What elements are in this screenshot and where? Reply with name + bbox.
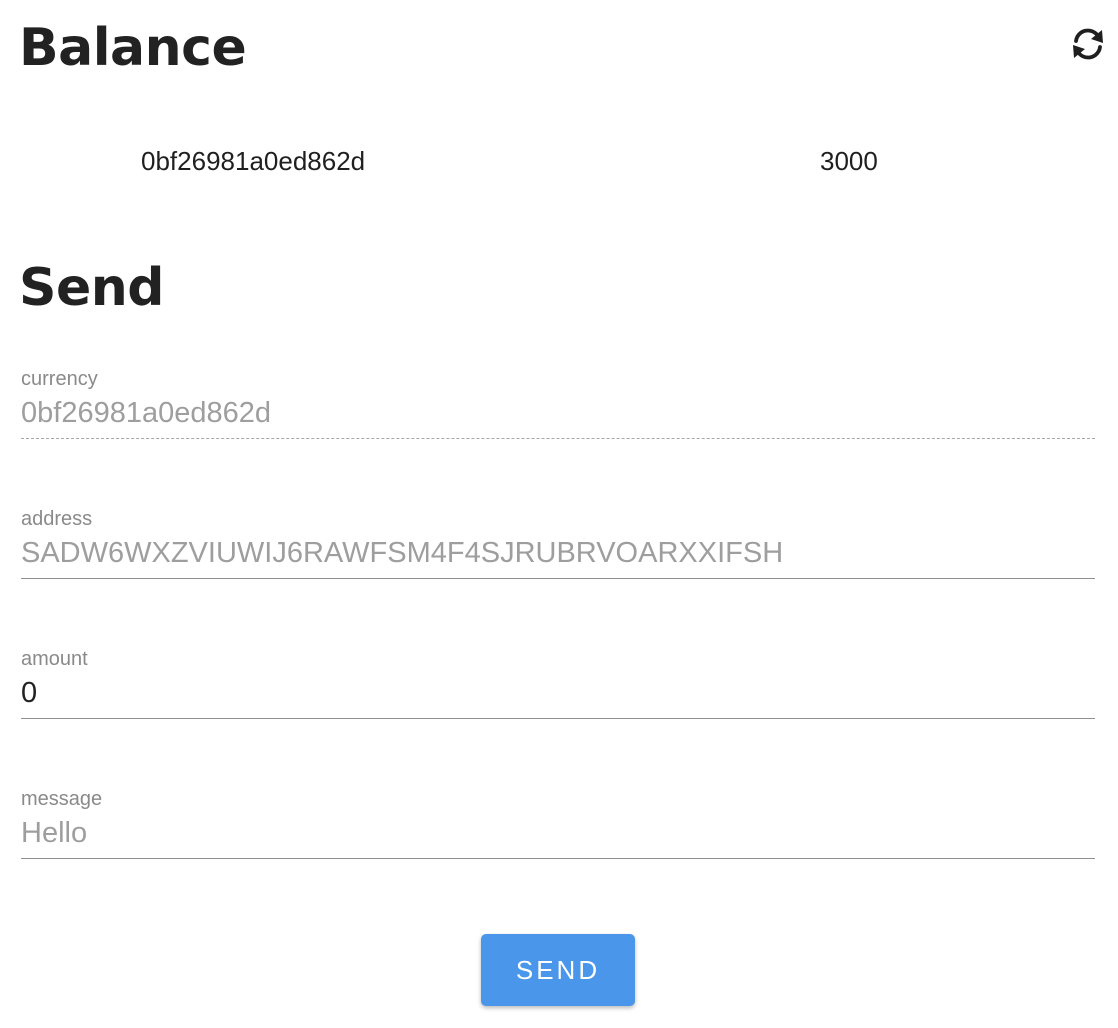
message-field: message	[21, 787, 1095, 867]
currency-label: currency	[21, 368, 98, 390]
message-input[interactable]	[21, 811, 1095, 855]
balance-currency-id: 0bf26981a0ed862d	[141, 146, 366, 176]
amount-underline	[21, 718, 1095, 719]
balance-heading: Balance	[19, 18, 247, 78]
amount-input[interactable]	[21, 671, 1095, 715]
address-underline	[21, 578, 1095, 579]
message-underline	[21, 858, 1095, 859]
address-input[interactable]	[21, 531, 1095, 575]
amount-label: amount	[21, 648, 88, 670]
wallet-page: Balance 0bf26981a0ed862d 3000 Send curre…	[0, 0, 1118, 1028]
currency-input	[21, 391, 1095, 435]
currency-field: currency	[21, 367, 1095, 447]
refresh-button[interactable]	[1066, 24, 1110, 64]
address-label: address	[21, 508, 93, 530]
amount-field: amount	[21, 647, 1095, 727]
send-button[interactable]: SEND	[481, 934, 635, 1006]
refresh-icon	[1068, 27, 1108, 61]
currency-underline	[21, 438, 1095, 439]
send-heading: Send	[19, 258, 164, 318]
address-field: address	[21, 507, 1095, 587]
message-label: message	[21, 788, 103, 810]
balance-amount: 3000	[820, 146, 878, 176]
balance-row: 0bf26981a0ed862d 3000	[0, 144, 1118, 178]
